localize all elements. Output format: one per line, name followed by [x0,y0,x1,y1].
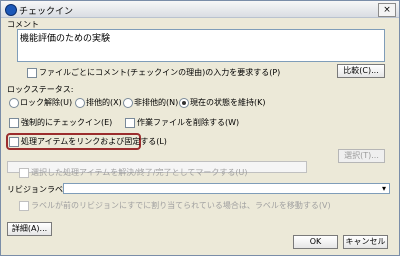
mark-resolved-checkbox[interactable] [19,168,29,178]
require-comment-checkbox[interactable] [27,68,37,78]
link-and-fix-label: 処理アイテムをリンクおよび固定する(L) [21,137,167,146]
lock-exclusive-radio[interactable] [75,98,85,108]
lock-nonexclusive-radio[interactable] [123,98,133,108]
lock-exclusive-label: 排他的(X) [86,98,122,107]
close-icon: × [383,5,391,15]
cancel-button[interactable]: キャンセル [343,235,388,249]
close-button[interactable]: × [378,3,396,17]
require-comment-label: ファイルごとにコメント(チェックインの理由)の入力を要求する(P) [39,68,281,77]
details-button[interactable]: 詳細(A)... [7,222,52,236]
app-icon [5,4,17,16]
select-button[interactable]: 選択(T)... [338,149,385,163]
title-bar: チェックイン × [1,1,399,18]
checkin-dialog: チェックイン × コメント 機能評価のための実験 ファイルごとにコメント(チェッ… [0,0,400,256]
link-and-fix-checkbox[interactable] [9,137,19,147]
chevron-down-icon[interactable]: ▾ [379,184,389,193]
move-label-label: ラベルが前のリビジョンにすでに割り当てられている場合は、ラベルを移動する(V) [31,201,331,210]
revision-label-combobox[interactable]: ▾ [63,183,390,194]
move-label-checkbox[interactable] [19,201,29,211]
lock-status-label: ロックステータス: [7,85,74,94]
delete-work-file-checkbox[interactable] [125,118,135,128]
compare-button[interactable]: 比較(C)... [337,64,385,78]
comment-textarea[interactable]: 機能評価のための実験 [17,29,385,62]
lock-keep-current-label: 現在の状態を維持(K) [190,98,266,107]
force-checkin-checkbox[interactable] [9,118,19,128]
lock-nonexclusive-label: 非排他的(N) [134,98,179,107]
ok-button[interactable]: OK [293,235,338,249]
lock-unlock-label: ロック解除(U) [20,98,73,107]
lock-keep-current-radio[interactable] [179,98,189,108]
lock-unlock-radio[interactable] [9,98,19,108]
mark-resolved-label: 選択した処理アイテムを解決/終了/完了としてマークする(U) [31,168,248,177]
delete-work-file-label: 作業ファイルを削除する(W) [137,118,240,127]
window-title: チェックイン [19,7,74,17]
force-checkin-label: 強制的にチェックイン(E) [21,118,113,127]
